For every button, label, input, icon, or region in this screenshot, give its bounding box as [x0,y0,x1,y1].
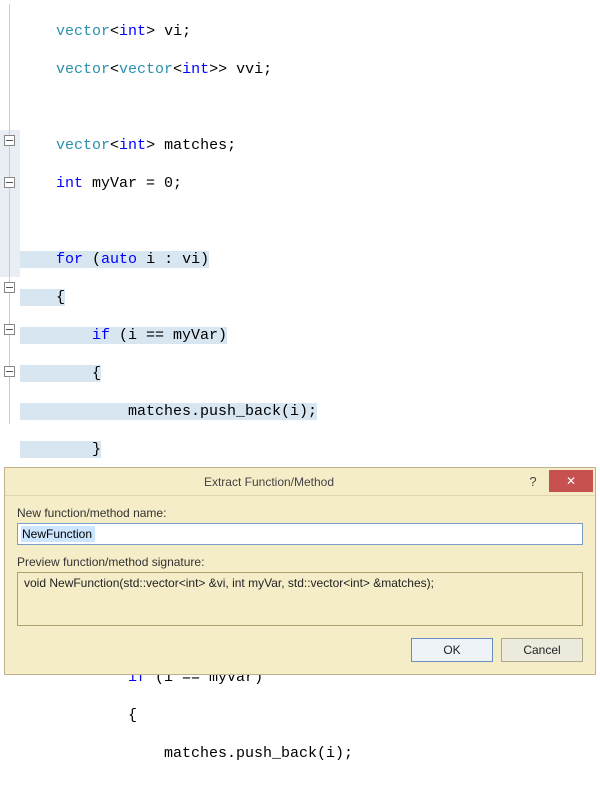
fold-gutter [0,0,20,500]
fold-toggle[interactable] [4,324,15,335]
fold-toggle[interactable] [4,282,15,293]
preview-label: Preview function/method signature: [17,555,583,569]
code-area[interactable]: vector<int> vi; vector<vector<int>> vvi;… [20,0,600,500]
dialog-title: Extract Function/Method [21,475,517,489]
fold-toggle[interactable] [4,366,15,377]
help-button[interactable]: ? [517,470,549,494]
ok-button[interactable]: OK [411,638,493,662]
close-button[interactable]: ✕ [549,470,593,492]
cancel-button[interactable]: Cancel [501,638,583,662]
fold-toggle[interactable] [4,177,15,188]
fold-toggle[interactable] [4,135,15,146]
name-label: New function/method name: [17,506,583,520]
extract-function-dialog: Extract Function/Method ? ✕ New function… [4,467,596,675]
dialog-titlebar[interactable]: Extract Function/Method ? ✕ [5,468,595,496]
code-editor[interactable]: vector<int> vi; vector<vector<int>> vvi;… [0,0,600,500]
function-name-input[interactable] [17,523,583,545]
signature-preview: void NewFunction(std::vector<int> &vi, i… [17,572,583,626]
